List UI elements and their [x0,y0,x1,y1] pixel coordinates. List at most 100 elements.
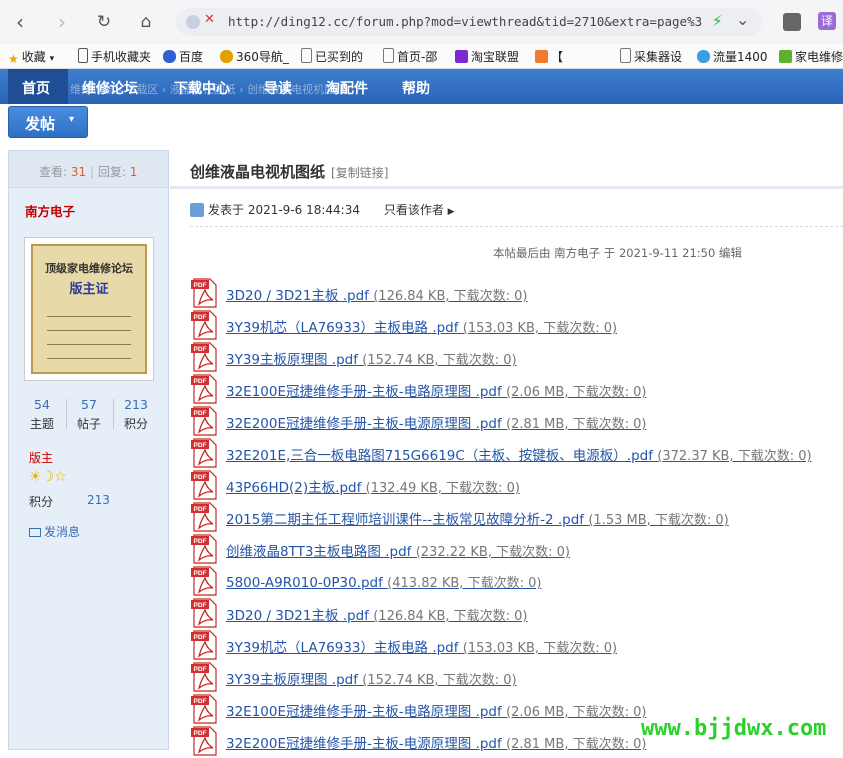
caret-right-icon: ▶ [447,207,455,217]
bookmark-item[interactable]: 手机收藏夹 [78,48,151,65]
pdf-file-icon[interactable]: PDF [190,566,220,596]
envelope-icon [29,528,41,537]
divider [190,226,843,227]
svg-text:PDF: PDF [194,602,207,609]
home-icon[interactable]: ⌂ [132,8,160,36]
bookmark-item[interactable]: 淘宝联盟 [455,48,519,65]
bookmark-item[interactable]: 流量1400 [697,48,768,65]
nav-download[interactable]: 下载中心 [174,78,230,98]
page-icon [383,48,394,63]
post-meta: 发表于 2021-9-6 18:44:34 只看该作者 ▶ [190,201,455,218]
thread-stats: 查看: 31 | 回复: 1 [9,151,168,188]
attachment-link[interactable]: 3Y39机芯（LA76933）主板电路 .pdf (153.03 KB, 下载次… [226,316,617,336]
attachment-meta: (1.53 MB, 下载次数: 0) [588,513,729,528]
reader-icon[interactable] [783,13,801,31]
svg-text:PDF: PDF [194,410,207,417]
count-topics[interactable]: 54 主题 [22,397,62,432]
svg-text:PDF: PDF [194,666,207,673]
attachment-link[interactable]: 3D20 / 3D21主板 .pdf (126.84 KB, 下载次数: 0) [226,284,528,304]
pdf-file-icon[interactable]: PDF [190,630,220,660]
reload-icon[interactable]: ↻ [90,8,118,36]
pdf-file-icon[interactable]: PDF [190,278,220,308]
pdf-file-icon[interactable]: PDF [190,502,220,532]
attachment-meta: (2.81 MB, 下载次数: 0) [506,417,647,432]
attachment-meta: (2.06 MB, 下载次数: 0) [506,705,647,720]
pdf-file-icon[interactable]: PDF [190,406,220,436]
caret-down-icon: ▾ [49,54,55,64]
nav-help[interactable]: 帮助 [402,78,430,98]
attachment-meta: (126.84 KB, 下载次数: 0) [373,289,528,304]
attachment-link[interactable]: 3Y39机芯（LA76933）主板电路 .pdf (153.03 KB, 下载次… [226,636,617,656]
translate-icon[interactable]: 译 [818,12,836,30]
chevron-down-icon[interactable]: ⌄ [736,10,749,29]
attachment-link[interactable]: 32E100E冠捷维修手册-主板-电路原理图 .pdf (2.06 MB, 下载… [226,700,646,720]
attachment-link[interactable]: 5800-A9R010-0P30.pdf (413.82 KB, 下载次数: 0… [226,572,541,591]
attachment-link[interactable]: 3Y39主板原理图 .pdf (152.74 KB, 下载次数: 0) [226,348,517,368]
pdf-file-icon[interactable]: PDF [190,438,220,468]
nav-guide[interactable]: 导读 [264,78,292,98]
attachment-meta: (153.03 KB, 下载次数: 0) [462,641,618,656]
replies-count: 1 [129,165,138,179]
moderator-certificate: 顶级家电维修论坛 版主证 [31,244,147,374]
pdf-file-icon[interactable]: PDF [190,470,220,500]
attachment-link[interactable]: 3D20 / 3D21主板 .pdf (126.84 KB, 下载次数: 0) [226,604,528,624]
bookmark-favorites[interactable]: ★ 收藏 ▾ [8,48,55,66]
attachment-link[interactable]: 43P66HD(2)主板.pdf (132.49 KB, 下载次数: 0) [226,476,520,496]
back-icon[interactable]: ‹ [6,8,34,36]
shield-icon [186,15,200,29]
pdf-file-icon[interactable]: PDF [190,534,220,564]
only-author-link[interactable]: 只看该作者 ▶ [384,203,455,217]
attachment-link[interactable]: 32E200E冠捷维修手册-主板-电源原理图 .pdf (2.81 MB, 下载… [226,412,646,432]
baidu-icon [163,50,176,63]
user-icon [190,203,204,217]
pdf-file-icon[interactable]: PDF [190,310,220,340]
caret-down-icon: ▾ [69,114,75,125]
nav-forum[interactable]: 维修论坛 [82,78,138,98]
bolt-icon[interactable]: ⚡ [712,12,723,30]
send-message-link[interactable]: 发消息 [29,523,80,540]
nav-parts[interactable]: 淘配件 [326,78,368,98]
pdf-file-icon[interactable]: PDF [190,726,220,756]
address-bar[interactable]: ✕ http://ding12.cc/forum.php?mod=viewthr… [176,8,762,36]
page-icon [620,48,631,63]
attachment-link[interactable]: 32E201E,三合一板电路图715G6619C（主板、按键板、电源板）.pdf… [226,444,812,464]
attachment-meta: (152.74 KB, 下载次数: 0) [362,353,517,368]
pdf-file-icon[interactable]: PDF [190,374,220,404]
thread-title: 创维液晶电视机图纸 [复制链接] [190,163,389,181]
bookmark-item[interactable]: 360导航_ [220,48,289,65]
svg-text:PDF: PDF [194,730,207,737]
new-post-button[interactable]: 发帖 ▾ [8,106,88,138]
avatar[interactable]: 顶级家电维修论坛 版主证 [24,237,154,381]
bookmark-item[interactable]: 首页-邵 [383,48,437,65]
bookmark-item[interactable]: 家电维修 [779,48,843,65]
forward-icon[interactable]: › [48,8,76,36]
attachment-meta: (152.74 KB, 下载次数: 0) [362,673,517,688]
copy-link-button[interactable]: [复制链接] [331,166,388,180]
bookmark-item[interactable]: 采集器设 [620,48,682,65]
count-posts[interactable]: 57 帖子 [69,397,109,432]
score-row: 积分 213 [29,493,110,509]
attachment-link[interactable]: 32E100E冠捷维修手册-主板-电路原理图 .pdf (2.06 MB, 下载… [226,380,646,400]
pdf-file-icon[interactable]: PDF [190,662,220,692]
count-score[interactable]: 213 积分 [116,397,156,432]
attachment-link[interactable]: 32E200E冠捷维修手册-主板-电源原理图 .pdf (2.81 MB, 下载… [226,732,646,752]
svg-text:PDF: PDF [194,282,207,289]
attachment-link[interactable]: 创维液晶8TT3主板电路图 .pdf (232.22 KB, 下载次数: 0) [226,540,570,560]
attachment-link[interactable]: 2015第二期主任工程师培训课件--主板常见故障分析-2 .pdf (1.53 … [226,508,729,528]
bookmark-item[interactable]: 已买到的 [301,48,363,65]
svg-text:PDF: PDF [194,314,207,321]
bookmark-item[interactable]: 百度 [163,48,203,65]
pdf-file-icon[interactable]: PDF [190,342,220,372]
author-name[interactable]: 南方电子 [25,201,75,220]
pdf-file-icon[interactable]: PDF [190,694,220,724]
star-icon: ☆ [54,469,67,485]
attachment-link[interactable]: 3Y39主板原理图 .pdf (152.74 KB, 下载次数: 0) [226,668,517,688]
attachment-meta: (132.49 KB, 下载次数: 0) [365,481,520,496]
bookmark-item[interactable]: 【 [535,48,563,65]
nav-home[interactable]: 首页 [22,78,50,98]
rank-icons: ☀☽☆ [29,469,67,485]
watermark: www.bjjdwx.com [641,716,827,741]
svg-text:PDF: PDF [194,346,207,353]
pdf-file-icon[interactable]: PDF [190,598,220,628]
url-text[interactable]: http://ding12.cc/forum.php?mod=viewthrea… [228,14,702,29]
